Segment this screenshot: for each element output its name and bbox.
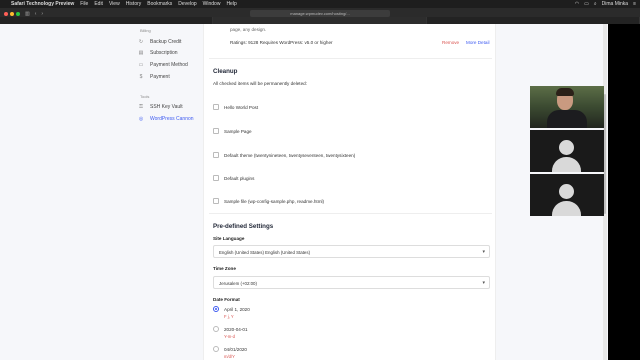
avatar-placeholder-icon (559, 184, 574, 199)
site-language-label: Site Language (213, 236, 245, 241)
sidebar-item-label: SSH Key Vault (150, 104, 183, 110)
sidebar-item-payment[interactable]: $ Payment (138, 74, 170, 80)
card-icon: ▭ (138, 62, 144, 68)
date-format-option: 2020-04-01 (224, 327, 248, 332)
sidebar-heading-tools: Tools (140, 94, 150, 99)
cleanup-label: Hello World Post (224, 105, 259, 110)
avatar-placeholder-icon (559, 140, 574, 155)
browser-tab[interactable] (427, 17, 640, 24)
date-format-label: Date Format (213, 297, 240, 302)
minimize-window-icon[interactable] (10, 12, 14, 16)
avatar-placeholder-body (552, 157, 581, 172)
video-tile-presenter (530, 86, 604, 128)
site-language-select[interactable]: English (United States) English (United … (213, 245, 490, 258)
cleanup-title: Cleanup (213, 68, 238, 75)
cleanup-label: Sample Page (224, 129, 252, 134)
menu-develop[interactable]: Develop (178, 1, 196, 7)
date-format-radio-2[interactable] (213, 326, 219, 332)
plugin-meta: Ratings: 9128 Requires WordPress: v5.0 o… (230, 40, 333, 45)
menu-help[interactable]: Help (226, 1, 236, 7)
cleanup-checkbox-default-theme[interactable] (213, 152, 219, 158)
video-call-tiles (530, 86, 604, 216)
avatar-placeholder-body (552, 201, 581, 216)
sidebar-item-subscription[interactable]: ▤ Subscription (138, 50, 178, 56)
cannon-icon: ◎ (138, 116, 144, 122)
divider (209, 213, 492, 214)
payment-icon: $ (139, 74, 143, 80)
date-format-code: m/d/Y (224, 354, 235, 359)
main-panel: page, any design. Ratings: 9128 Requires… (203, 24, 496, 360)
cleanup-label: Sample file (wp-config-sample.php, readm… (224, 199, 325, 204)
sidebar-item-label: Subscription (150, 50, 178, 56)
menu-file[interactable]: File (80, 1, 88, 7)
timezone-label: Time Zone (213, 266, 236, 271)
browser-tab[interactable] (0, 17, 214, 24)
select-value: Jerusalem (+02:00) (219, 281, 257, 286)
menu-bookmarks[interactable]: Bookmarks (147, 1, 172, 7)
sidebar-item-label: Payment (150, 74, 170, 80)
cleanup-description: All checked items will be permanently de… (213, 81, 307, 86)
date-format-radio-1[interactable] (213, 306, 219, 312)
date-format-code: F j, Y (224, 314, 234, 319)
video-tile-participant (530, 130, 604, 172)
menu-edit[interactable]: Edit (94, 1, 103, 7)
control-center-icon[interactable]: ≡ (633, 1, 636, 7)
menu-window[interactable]: Window (203, 1, 221, 7)
backup-icon: ↻ (138, 39, 144, 45)
cleanup-label: Default plugins (224, 176, 255, 181)
video-tile-participant (530, 174, 604, 216)
search-icon[interactable]: ⌕ (594, 1, 597, 7)
close-window-icon[interactable] (4, 12, 8, 16)
plugin-description: page, any design. (230, 27, 267, 32)
menubar-app-name[interactable]: Safari Technology Preview (11, 1, 74, 7)
date-format-code: Y-m-d (224, 334, 236, 339)
sidebar-item-backup-credit[interactable]: ↻ Backup Credit (138, 39, 182, 45)
menubar-user[interactable]: Dima Minka (602, 1, 628, 7)
timezone-select[interactable]: Jerusalem (+02:00) ▾ (213, 276, 490, 289)
mac-menubar: Safari Technology Preview File Edit View… (0, 0, 640, 8)
menu-view[interactable]: View (109, 1, 120, 7)
more-detail-link[interactable]: More Detail (466, 40, 490, 45)
browser-tab-active[interactable] (213, 17, 427, 24)
sidebar-item-wordpress-cannon[interactable]: ◎ WordPress Cannon (138, 116, 194, 122)
cleanup-checkbox-sample-file[interactable] (213, 198, 219, 204)
cleanup-label: Default theme (twentynineteen, twentysev… (224, 153, 356, 158)
hub-sidebar: Billing ↻ Backup Credit ▤ Subscription ▭… (0, 24, 200, 360)
date-format-option: 04/01/2020 (224, 347, 247, 352)
sidebar-item-payment-method[interactable]: ▭ Payment Method (138, 62, 188, 68)
key-icon: ⚿ (139, 104, 143, 110)
presenter-hair (556, 88, 574, 96)
date-format-option: April 1, 2020 (224, 307, 250, 312)
menu-history[interactable]: History (126, 1, 142, 7)
sidebar-item-ssh-key-vault[interactable]: ⚿ SSH Key Vault (138, 104, 183, 110)
sidebar-item-label: Backup Credit (150, 39, 182, 45)
address-bar[interactable]: manage.wpmudev.com/hosting/... (250, 10, 390, 17)
zoom-window-icon[interactable] (16, 12, 20, 16)
subscription-icon: ▤ (138, 50, 144, 56)
window-controls (4, 12, 20, 16)
cleanup-checkbox-hello-world[interactable] (213, 104, 219, 110)
tab-bar (0, 17, 640, 24)
web-content: Billing ↻ Backup Credit ▤ Subscription ▭… (0, 24, 608, 360)
scrollbar-thumb[interactable] (604, 94, 606, 214)
wifi-icon[interactable]: ◠ (575, 1, 579, 7)
presenter-body (547, 110, 587, 128)
cleanup-checkbox-default-plugins[interactable] (213, 175, 219, 181)
select-value: English (United States) English (United … (219, 250, 311, 255)
chevron-down-icon: ▾ (482, 249, 485, 255)
chevron-down-icon: ▾ (482, 280, 485, 286)
divider (209, 58, 492, 59)
sidebar-item-label: Payment Method (150, 62, 188, 68)
screen: Safari Technology Preview File Edit View… (0, 0, 640, 360)
sidebar-item-label: WordPress Cannon (150, 116, 194, 122)
remove-link[interactable]: Remove (442, 40, 459, 45)
sidebar-heading-billing: Billing (140, 28, 151, 33)
battery-icon[interactable]: ▭ (584, 1, 589, 7)
cleanup-checkbox-sample-page[interactable] (213, 128, 219, 134)
date-format-radio-3[interactable] (213, 346, 219, 352)
predefined-settings-title: Pre-defined Settings (213, 223, 274, 230)
